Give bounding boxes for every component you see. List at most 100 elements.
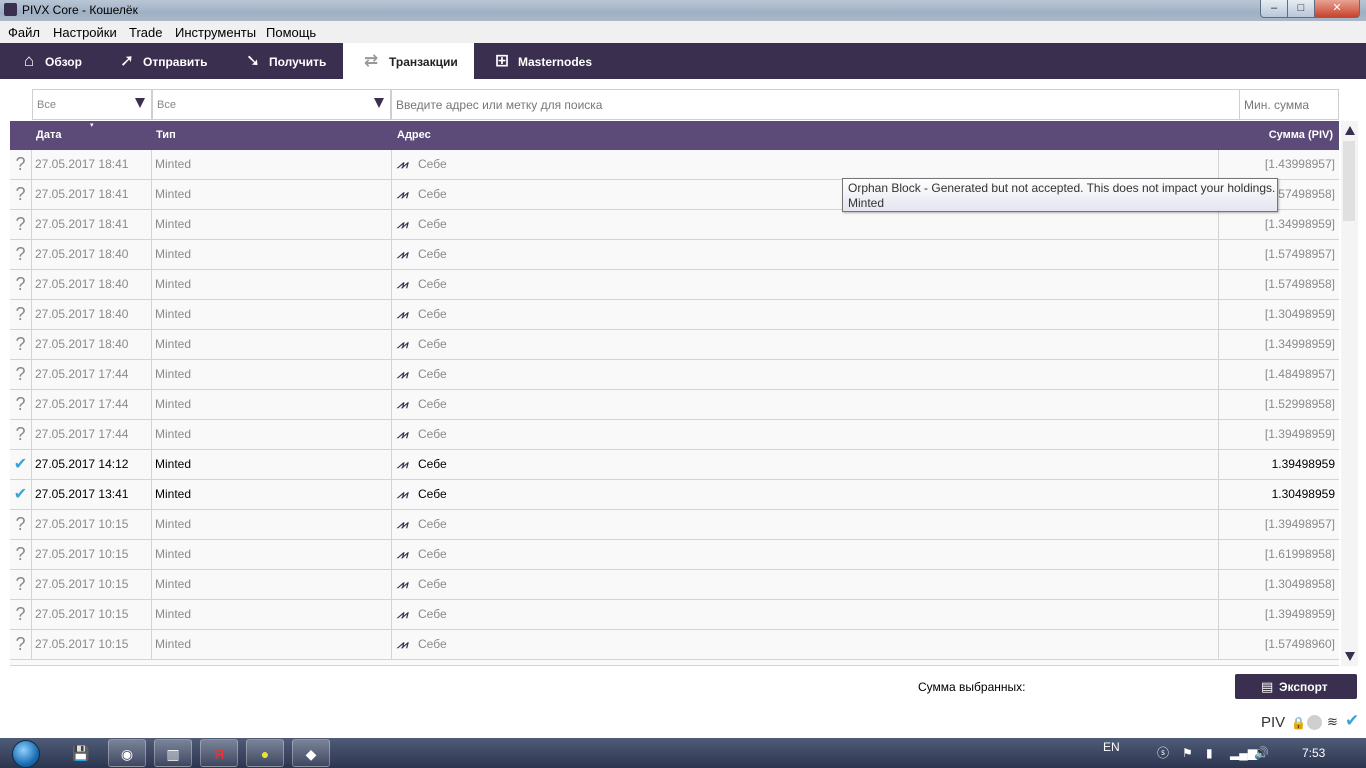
table-row[interactable]: ? 27.05.2017 18:40 Minted ⩘⩘ Себе [1.30498959… [10,300,1339,330]
scroll-down-icon[interactable] [1345,652,1355,661]
date-filter-select[interactable]: Все [32,89,152,120]
scroll-up-icon[interactable] [1345,126,1355,135]
row-address-label: Себе [418,637,447,651]
min-amount-input[interactable]: Мин. сумма [1239,89,1339,120]
table-row[interactable]: ? 27.05.2017 18:40 Minted ⩘⩘ Себе [1.34998959… [10,330,1339,360]
tray-signal-icon[interactable]: ▂▄▆ [1230,738,1257,768]
table-row[interactable]: ? 27.05.2017 17:44 Minted ⩘⩘ Себе [1.39498959… [10,420,1339,450]
title-bar: PIVX Core - Кошелёк – □ ✕ [0,0,1366,21]
table-scrollbar[interactable] [1341,121,1358,666]
table-row[interactable]: ? 27.05.2017 10:15 Minted ⩘⩘ Себе [1.39498957… [10,510,1339,540]
tray-power-icon[interactable]: ▮ [1206,738,1213,768]
address-search-input[interactable]: Введите адрес или метку для поиска [391,89,1240,120]
table-row[interactable]: ? 27.05.2017 10:15 Minted ⩘⩘ Себе [1.57498960… [10,630,1339,660]
tab-send[interactable]: ➚ Отправить [117,43,232,79]
row-amount: [1.57498957] [1264,247,1335,261]
status-tooltip: Orphan Block - Generated but not accepte… [842,178,1278,212]
column-header-amount[interactable]: Сумма (PIV) [1269,129,1333,141]
close-button[interactable]: ✕ [1314,0,1360,18]
tray-volume-icon[interactable]: 🔊 [1254,738,1269,768]
tray-flag-icon[interactable]: ⚑ [1182,738,1193,768]
unconfirmed-question-icon: ? [10,600,32,629]
menu-help[interactable]: Помощь [266,25,316,40]
taskbar-yandex-icon[interactable]: Я [200,739,238,767]
column-header-address[interactable]: Адрес [397,129,431,141]
tray-skype-icon[interactable]: ⓢ [1157,738,1169,768]
taskbar-chrome-icon[interactable]: ◉ [108,739,146,767]
row-address-label: Себе [418,307,447,321]
unit-label[interactable]: PIV [1261,714,1285,734]
export-icon: ▤ [1261,679,1274,694]
menu-bar: Файл Настройки Trade Инструменты Помощь [0,21,1366,43]
row-address: ⩘⩘ Себе [392,570,1219,599]
table-row[interactable]: ? 27.05.2017 18:41 Minted ⩘⩘ Себе [1.43998957… [10,150,1339,180]
row-address-label: Себе [418,427,447,441]
table-row[interactable]: ? 27.05.2017 10:15 Minted ⩘⩘ Себе [1.39498959… [10,600,1339,630]
column-header-date[interactable]: Дата [36,129,61,141]
menu-file[interactable]: Файл [8,25,40,40]
unconfirmed-question-icon: ? [10,630,32,659]
sort-indicator-icon: ▾ [90,122,94,129]
table-row[interactable]: ? 27.05.2017 18:40 Minted ⩘⩘ Себе [1.57498958… [10,270,1339,300]
table-row[interactable]: ? 27.05.2017 18:41 Minted ⩘⩘ Себе [1.34998959… [10,210,1339,240]
menu-trade[interactable]: Trade [129,25,162,40]
network-icon[interactable]: ≋ [1327,714,1338,734]
tab-transactions-label: Транзакции [389,55,458,69]
lock-icon[interactable]: 🔒 [1291,716,1306,736]
start-button[interactable] [6,738,44,768]
unconfirmed-question-icon: ? [10,540,32,569]
minimize-button[interactable]: – [1260,0,1288,18]
unconfirmed-question-icon: ? [10,360,32,389]
row-address: ⩘⩘ Себе [392,270,1219,299]
minted-icon: ⩘⩘ [397,639,407,651]
tab-overview[interactable]: ⌂ Обзор [19,43,114,79]
table-row[interactable]: ✔ 27.05.2017 13:41 Minted ⩘⩘ Себе 1.30498959 [10,480,1339,510]
minted-icon: ⩘⩘ [397,399,407,411]
unconfirmed-question-icon: ? [10,330,32,359]
export-button-label: Экспорт [1279,680,1328,694]
row-address: ⩘⩘ Себе [392,300,1219,329]
table-row[interactable] [10,660,1339,666]
taskbar-pivx-icon[interactable]: ◆ [292,739,330,767]
column-header-type[interactable]: Тип [156,129,176,141]
row-type: Minted [152,480,392,509]
unconfirmed-question-icon: ? [10,570,32,599]
unconfirmed-question-icon: ? [10,300,32,329]
row-address: ⩘⩘ Себе [392,540,1219,569]
table-row[interactable]: ? 27.05.2017 17:44 Minted ⩘⩘ Себе [1.48498957… [10,360,1339,390]
taskbar-app-icon[interactable]: ● [246,739,284,767]
table-row[interactable]: ? 27.05.2017 10:15 Minted ⩘⩘ Себе [1.30498958… [10,570,1339,600]
taskbar-save-icon[interactable]: 💾 [62,739,100,767]
tab-transactions[interactable]: ⇄ Транзакции [343,43,474,79]
tab-masternodes[interactable]: ⊞ Masternodes [492,43,612,79]
transactions-icon: ⇄ [363,51,379,70]
unconfirmed-question-icon: ? [10,270,32,299]
staking-icon[interactable] [1307,715,1322,730]
row-type: Minted [152,570,392,599]
row-date: 27.05.2017 10:15 [32,600,152,629]
row-address-label: Себе [418,457,447,471]
scroll-thumb[interactable] [1343,141,1355,221]
table-row[interactable]: ? 27.05.2017 10:15 Minted ⩘⩘ Себе [1.61998958… [10,540,1339,570]
language-indicator[interactable]: EN [1103,732,1120,762]
table-row[interactable]: ? 27.05.2017 17:44 Minted ⩘⩘ Себе [1.52998958… [10,390,1339,420]
table-row[interactable]: ✔ 27.05.2017 14:12 Minted ⩘⩘ Себе 1.39498959 [10,450,1339,480]
row-address-label: Себе [418,487,447,501]
tab-receive[interactable]: ➘ Получить [243,43,338,79]
row-address-label: Себе [418,247,447,261]
taskbar-notepad-icon[interactable]: ▥ [154,739,192,767]
type-filter-select[interactable]: Все [152,89,391,120]
minted-icon: ⩘⩘ [397,339,407,351]
maximize-button[interactable]: □ [1287,0,1315,18]
export-button[interactable]: ▤ Экспорт [1235,674,1357,699]
menu-tools[interactable]: Инструменты [175,25,256,40]
taskbar-clock[interactable]: 7:53 [1302,738,1325,768]
row-address-label: Себе [418,517,447,531]
table-row[interactable]: ? 27.05.2017 18:40 Minted ⩘⩘ Себе [1.57498957… [10,240,1339,270]
row-type: Minted [152,450,392,479]
row-address: ⩘⩘ Себе [392,600,1219,629]
row-amount: [1.61998958] [1264,547,1335,561]
synced-check-icon[interactable]: ✔ [1345,711,1359,731]
row-address: ⩘⩘ Себе [392,360,1219,389]
menu-settings[interactable]: Настройки [53,25,117,40]
